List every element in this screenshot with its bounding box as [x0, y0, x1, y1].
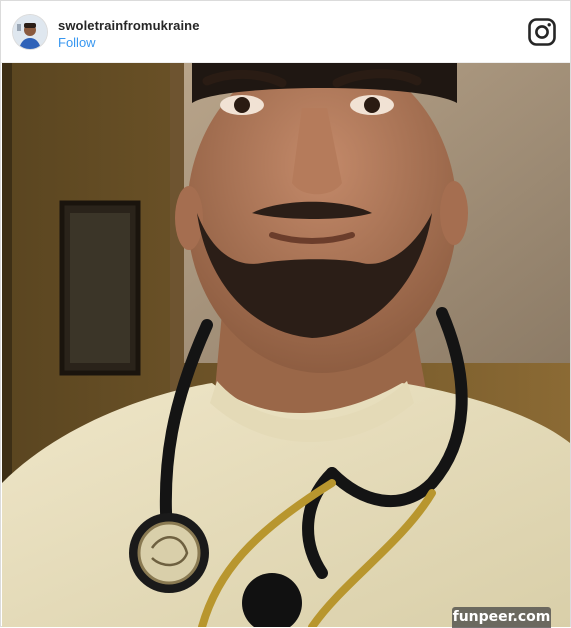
post-header: swoletrainfromukraine Follow — [1, 1, 570, 63]
post-photo[interactable] — [2, 63, 570, 627]
instagram-post-card: swoletrainfromukraine Follow funpeer.com — [0, 0, 571, 628]
username-link[interactable]: swoletrainfromukraine — [58, 18, 200, 33]
watermark: funpeer.com — [452, 607, 551, 628]
follow-button[interactable]: Follow — [58, 35, 96, 50]
instagram-icon[interactable] — [528, 18, 556, 46]
avatar[interactable] — [13, 15, 47, 49]
